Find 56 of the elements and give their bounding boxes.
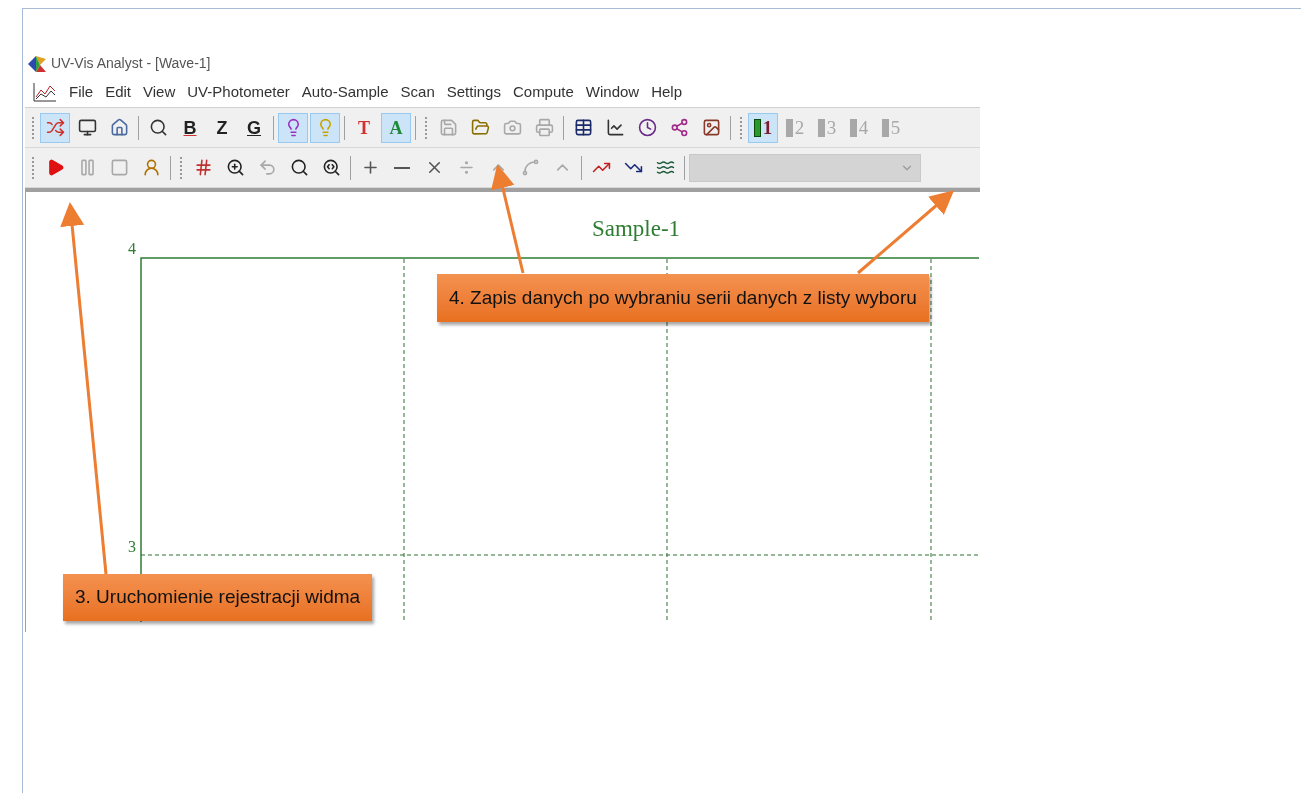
computer-icon [77,118,97,137]
menu-item[interactable]: UV-Photometer [181,80,296,104]
picture-icon [701,118,721,137]
app-logo-icon [28,55,46,72]
house-icon [109,118,129,137]
toolbar-button[interactable]: G [239,112,269,143]
menu-item[interactable]: Edit [99,80,138,104]
save-icon [438,118,458,137]
menu-item[interactable]: Settings [440,80,507,104]
network-icon [669,118,689,137]
line-chart-icon [605,118,625,137]
toolbar-button[interactable]: T [349,112,379,143]
menu-item[interactable]: File [63,80,100,104]
toolbar-button[interactable]: Z [207,112,237,143]
toolbar-grip[interactable] [180,156,183,179]
grid-icon [193,158,213,177]
table-icon [573,118,593,137]
callout: 4. Zapis danych po wybraniu serii danych z listy wyboru [437,274,929,322]
camera-icon [502,118,522,137]
undo-icon [257,158,277,177]
search-icon [148,118,168,137]
menu-item[interactable]: Auto-Sample [295,80,395,104]
bar-icon [881,119,889,137]
toolbar-grip[interactable] [740,116,743,139]
bar-icon [849,119,857,137]
wave-icon [655,158,675,177]
bar-icon [753,119,761,137]
toolbar-grip[interactable] [425,116,428,139]
callout: 3. Uruchomienie rejestracji widma [63,574,373,621]
menu-item[interactable]: Compute [506,80,580,104]
menu-item[interactable]: Scan [394,80,441,104]
folder-icon [470,118,490,137]
colored-arrows-icon [45,118,65,137]
search-icon [289,158,309,177]
axis-tick-label: 3 [128,538,136,555]
person-icon [141,158,161,177]
chart-icon [33,82,57,102]
zoom-icon [321,158,341,177]
bar-icon [817,119,825,137]
printer-icon [534,118,554,137]
bar-icon [785,119,793,137]
axis-tick-label: 4 [128,240,136,257]
minus-icon [394,166,410,169]
toolbar-button[interactable]: 1 [748,112,778,143]
window-title: UV-Vis Analyst - [Wave-1] [51,54,211,73]
toolbar-grip[interactable] [32,116,35,139]
chart-title: Sample-1 [591,216,681,241]
menu-item[interactable]: Window [579,80,646,104]
menu-item[interactable]: View [137,80,182,104]
clock-icon [637,118,657,137]
toolbar-grip[interactable] [32,156,35,179]
zoom-in-icon [225,158,245,177]
toolbar-button[interactable]: B [175,112,205,143]
stop-icon [109,158,129,177]
peaks-icon [520,158,540,177]
menu-item[interactable]: Help [645,80,689,104]
